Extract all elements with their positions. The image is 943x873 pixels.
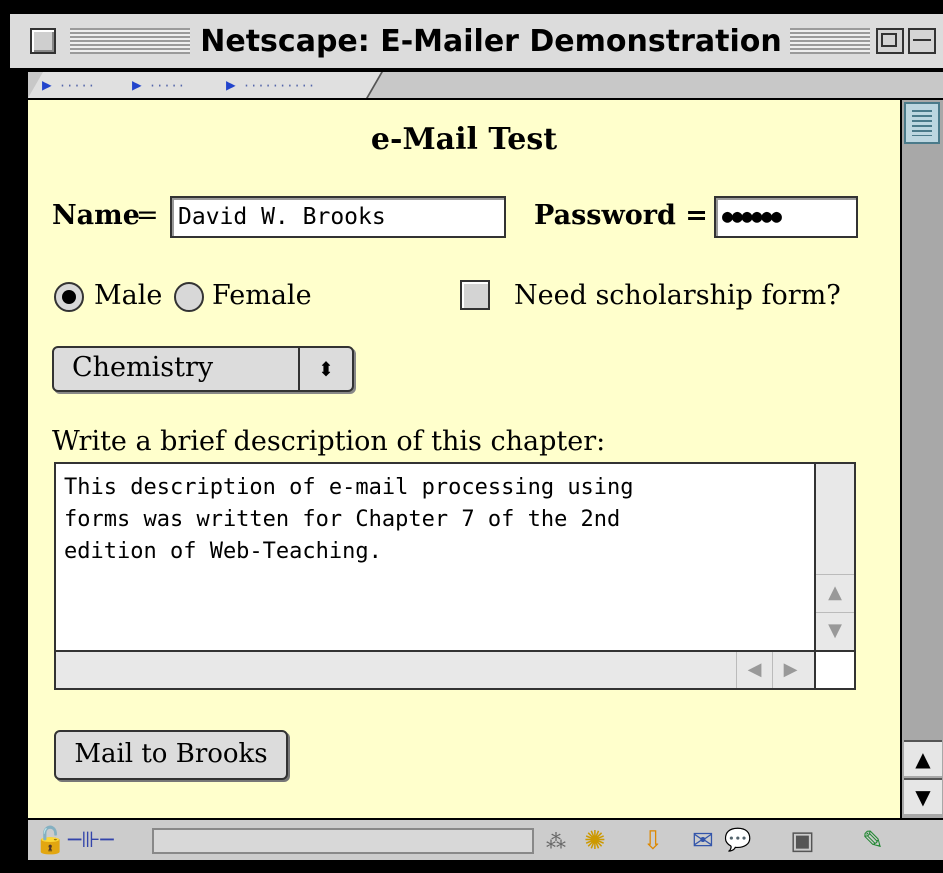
browser-window: Netscape: E-Mailer Demonstration ▶ ·····… xyxy=(0,0,943,873)
male-label: Male xyxy=(94,280,163,311)
subject-selected-value: Chemistry xyxy=(72,352,214,383)
scholarship-checkbox[interactable] xyxy=(460,280,490,310)
navigator-icon[interactable]: ✺ xyxy=(584,826,606,856)
toolbar-tab-label: ····· xyxy=(58,79,95,93)
title-stripes-left xyxy=(70,28,190,54)
discussion-icon[interactable]: 💬 xyxy=(724,826,751,856)
mail-to-brooks-button[interactable]: Mail to Brooks xyxy=(54,730,288,780)
composer-icon[interactable]: ▣ xyxy=(790,826,815,856)
toolbar-tab-2[interactable]: ▶ ····· xyxy=(132,74,185,96)
window-bottom-frame xyxy=(0,860,943,873)
toolbar-tab-label: ·········· xyxy=(242,79,316,93)
name-label: Name xyxy=(52,200,140,231)
toolbar-tab-label: ····· xyxy=(148,79,185,93)
disclosure-triangle-icon: ▶ xyxy=(42,75,52,94)
description-textarea[interactable]: This description of e-mail processing us… xyxy=(54,462,856,690)
mail-icon[interactable]: ✉ xyxy=(692,826,714,856)
password-label: Password = xyxy=(534,200,708,231)
radio-male[interactable] xyxy=(54,282,84,312)
name-equals: = xyxy=(136,200,159,231)
description-text[interactable]: This description of e-mail processing us… xyxy=(64,472,812,568)
textarea-vertical-scrollbar[interactable]: ▲ ▼ xyxy=(814,464,854,650)
name-input[interactable]: David W. Brooks xyxy=(170,196,506,238)
scroll-left-arrow-icon[interactable]: ◀ xyxy=(736,652,772,688)
description-label: Write a brief description of this chapte… xyxy=(52,426,606,457)
window-scroll-down-icon[interactable]: ▼ xyxy=(904,778,942,814)
title-stripes-right xyxy=(790,28,870,54)
toolbar-tab-1[interactable]: ▶ ····· xyxy=(42,74,95,96)
window-scroll-up-icon[interactable]: ▲ xyxy=(904,740,942,776)
connection-plug-icon: ─⊪─ xyxy=(68,828,114,853)
window-title: Netscape: E-Mailer Demonstration xyxy=(200,24,782,59)
window-vertical-scrollbar[interactable]: ▲ ▼ xyxy=(900,100,943,818)
security-lock-icon[interactable]: 🔓 xyxy=(34,826,66,856)
title-bar[interactable]: Netscape: E-Mailer Demonstration xyxy=(10,14,943,70)
scroll-right-arrow-icon[interactable]: ▶ xyxy=(772,652,808,688)
page-content: e-Mail Test Name = David W. Brooks Passw… xyxy=(28,100,900,818)
toolbar-tab-3[interactable]: ▶ ·········· xyxy=(226,74,315,96)
inbox-icon[interactable]: ⇩ xyxy=(642,826,664,856)
page-heading: e-Mail Test xyxy=(370,122,558,157)
status-bar: 🔓 ─⊪─ ⁂ ✺ ⇩ ✉ 💬 ▣ ✎ xyxy=(28,818,943,860)
female-label: Female xyxy=(212,280,312,311)
scroll-thumb[interactable] xyxy=(904,102,940,144)
password-input[interactable]: ●●●●●● xyxy=(714,196,858,238)
resize-grip-icon: ⁂ xyxy=(546,829,566,853)
scroll-up-arrow-icon[interactable]: ▲ xyxy=(816,574,854,610)
toolbar-tabs: ▶ ····· ▶ ····· ▶ ·········· xyxy=(28,72,943,100)
zoom-box[interactable] xyxy=(876,28,904,54)
status-message-field xyxy=(152,828,534,854)
textarea-corner xyxy=(814,650,854,688)
subject-select[interactable]: Chemistry ⬍ xyxy=(52,346,354,392)
disclosure-triangle-icon: ▶ xyxy=(132,75,142,94)
disclosure-triangle-icon: ▶ xyxy=(226,75,236,94)
scroll-down-arrow-icon[interactable]: ▼ xyxy=(816,612,854,648)
textarea-horizontal-scrollbar[interactable]: ◀ ▶ xyxy=(56,650,814,688)
close-box[interactable] xyxy=(30,28,56,54)
scholarship-label: Need scholarship form? xyxy=(514,280,841,311)
up-down-arrows-icon: ⬍ xyxy=(298,348,352,390)
radio-female[interactable] xyxy=(174,282,204,312)
collapse-box[interactable] xyxy=(908,28,936,54)
pen-icon[interactable]: ✎ xyxy=(862,826,884,856)
